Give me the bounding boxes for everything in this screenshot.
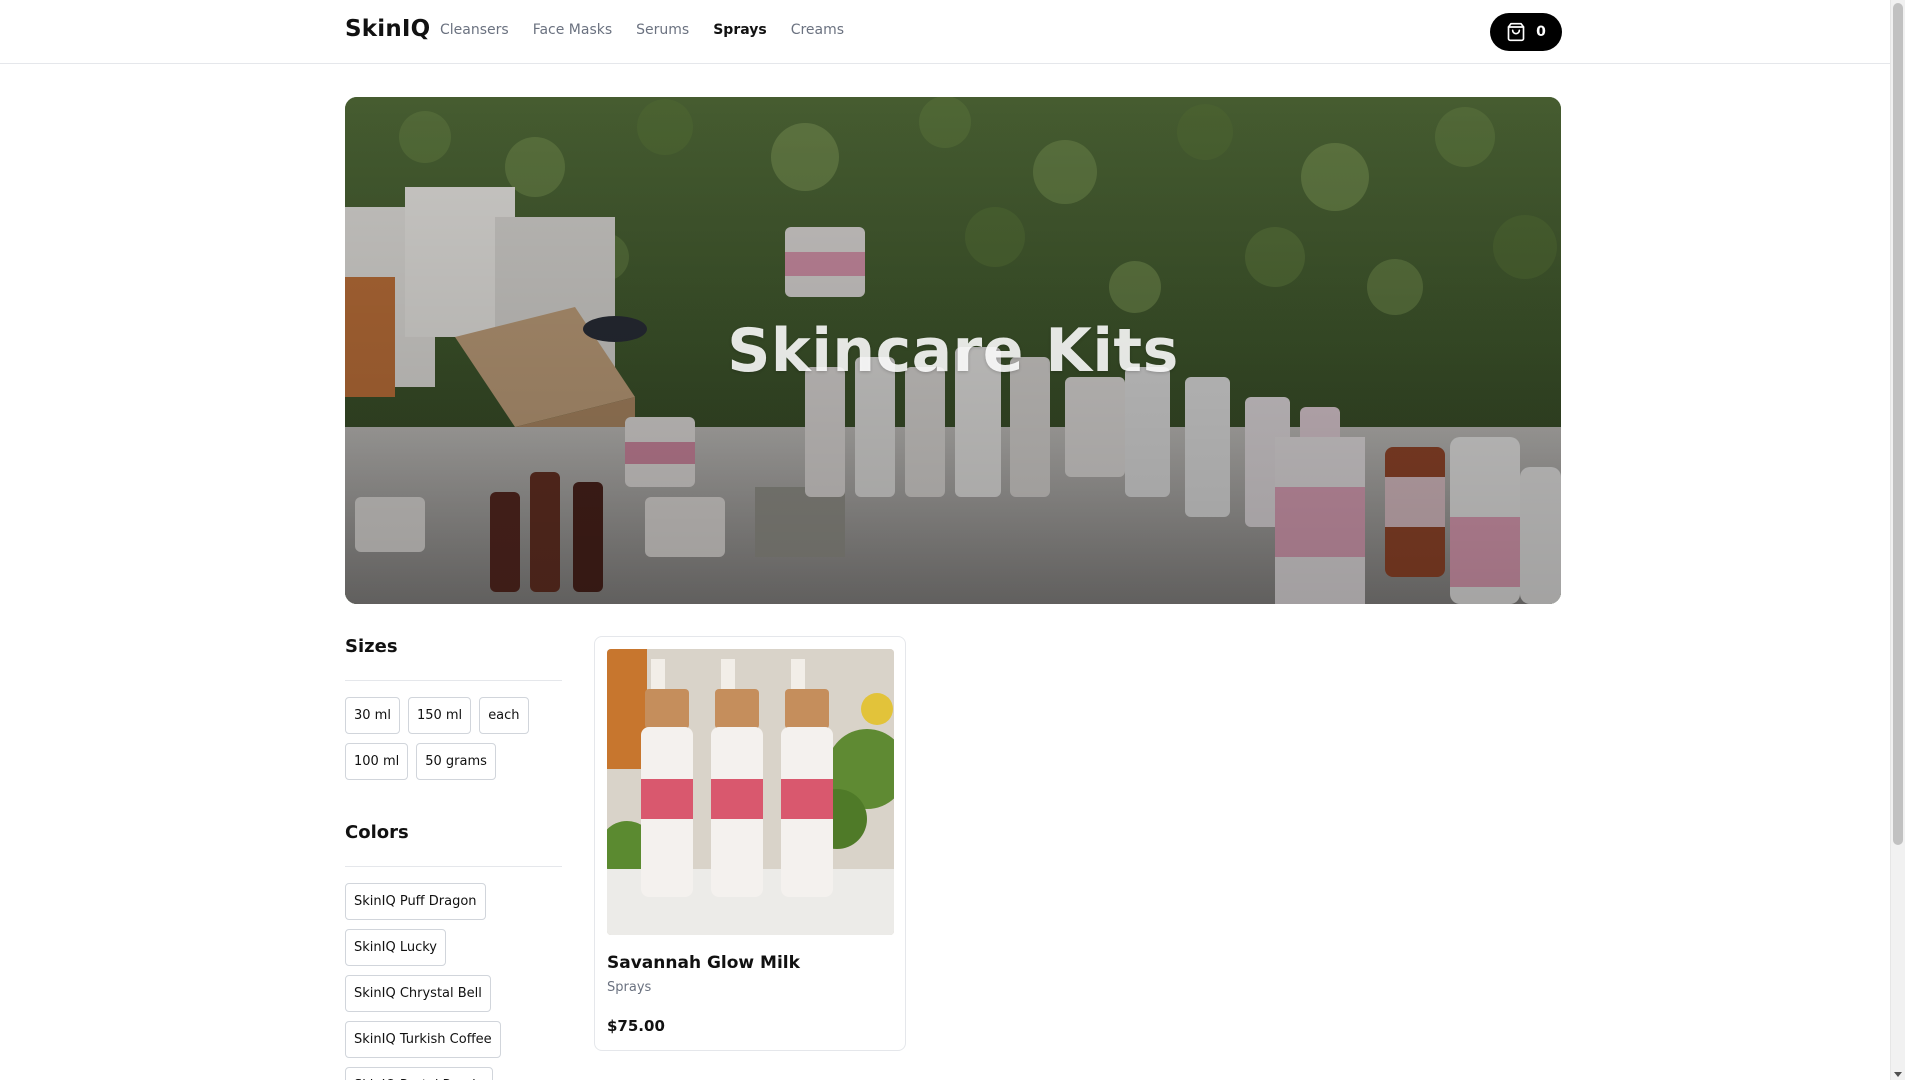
size-option-30ml[interactable]: 30 ml	[345, 697, 400, 734]
color-option-lucky[interactable]: SkinIQ Lucky	[345, 929, 446, 966]
hero-banner: Skincare Kits	[345, 97, 1561, 604]
size-option-50grams[interactable]: 50 grams	[416, 743, 496, 780]
logo[interactable]: SkinIQ	[345, 16, 430, 42]
size-option-150ml[interactable]: 150 ml	[407, 697, 472, 734]
product-photo	[607, 649, 894, 935]
colors-filter: Colors SkinIQ Puff Dragon SkinIQ Lucky S…	[345, 822, 562, 1080]
product-price: $75.00	[607, 1017, 665, 1035]
product-card[interactable]: Savannah Glow Milk Sprays $75.00	[594, 636, 906, 1051]
nav-link-serums[interactable]: Serums	[636, 22, 689, 38]
sizes-divider	[345, 680, 562, 681]
nav-link-face-masks[interactable]: Face Masks	[533, 22, 612, 38]
size-option-100ml[interactable]: 100 ml	[345, 743, 409, 780]
sizes-options: 30 ml 150 ml each 100 ml 50 grams	[345, 697, 562, 780]
scrollbar-thumb[interactable]	[1893, 3, 1903, 845]
product-category: Sprays	[607, 980, 652, 995]
cart-button[interactable]: 0	[1490, 13, 1562, 51]
filters-sidebar: Sizes 30 ml 150 ml each 100 ml 50 grams …	[345, 636, 562, 1080]
color-option-turkish-coffee[interactable]: SkinIQ Turkish Coffee	[345, 1021, 501, 1058]
nav-link-creams[interactable]: Creams	[791, 22, 844, 38]
shopping-bag-icon	[1507, 22, 1525, 42]
page: SkinIQ Cleansers Face Masks Serums Spray…	[0, 0, 1905, 1080]
main-nav: Cleansers Face Masks Serums Sprays Cream…	[440, 22, 844, 38]
colors-heading: Colors	[345, 822, 409, 843]
nav-link-sprays[interactable]: Sprays	[713, 22, 766, 38]
sizes-filter: Sizes 30 ml 150 ml each 100 ml 50 grams	[345, 636, 562, 780]
sizes-heading: Sizes	[345, 636, 398, 657]
hero-title: Skincare Kits	[727, 315, 1179, 386]
product-name[interactable]: Savannah Glow Milk	[607, 953, 800, 973]
site-header: SkinIQ Cleansers Face Masks Serums Spray…	[0, 0, 1905, 64]
size-option-each[interactable]: each	[479, 697, 529, 734]
color-option-chrystal-bell[interactable]: SkinIQ Chrystal Bell	[345, 975, 491, 1012]
page-scrollbar[interactable]	[1890, 0, 1905, 1080]
color-option-pastel-purple[interactable]: SkinIQ Pastel Purple	[345, 1067, 493, 1080]
colors-options: SkinIQ Puff Dragon SkinIQ Lucky SkinIQ C…	[345, 883, 562, 1080]
product-image[interactable]	[607, 649, 894, 935]
color-option-puff-dragon[interactable]: SkinIQ Puff Dragon	[345, 883, 486, 920]
scroll-down-arrow-icon[interactable]	[1894, 1072, 1902, 1077]
colors-divider	[345, 866, 562, 867]
cart-count: 0	[1536, 24, 1546, 40]
nav-link-cleansers[interactable]: Cleansers	[440, 22, 509, 38]
